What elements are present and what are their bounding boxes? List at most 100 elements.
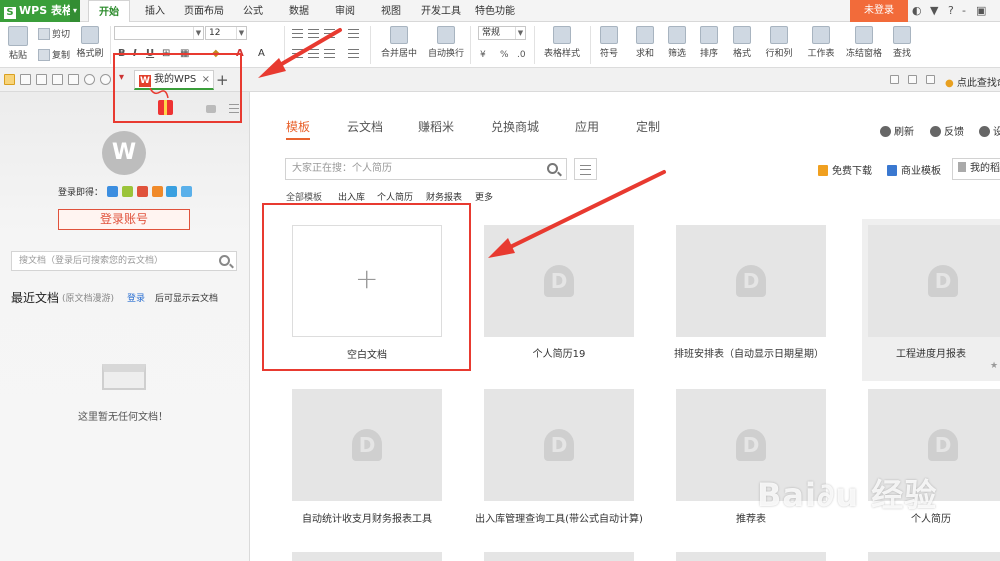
currency-icon[interactable]: ¥ <box>480 50 486 60</box>
open-folder-icon[interactable] <box>4 74 15 85</box>
my-rice-button[interactable]: 我的稻米 <box>952 158 1000 180</box>
window-mode-icon[interactable] <box>926 75 935 84</box>
list-view-button[interactable] <box>574 158 597 180</box>
tab-cloud-docs[interactable]: 云文档 <box>347 118 383 135</box>
orange-app-icon[interactable] <box>151 186 163 197</box>
template-card-thumb[interactable]: D <box>484 389 634 501</box>
weibo-icon[interactable] <box>136 186 148 197</box>
tab-home[interactable]: 开始 <box>88 0 130 23</box>
format-painter-button[interactable]: 格式刷 <box>76 26 104 59</box>
paste-button[interactable]: 粘贴 <box>6 26 30 61</box>
recent-login-link[interactable]: 登录 <box>127 291 145 304</box>
preview-icon[interactable] <box>68 74 79 85</box>
wrap-text-button[interactable]: 自动换行 <box>426 26 466 59</box>
merge-center-button[interactable]: 合并居中 <box>376 26 422 59</box>
category-all[interactable]: 全部模板 <box>286 190 322 203</box>
template-card-thumb[interactable]: D <box>868 225 1000 337</box>
template-search-input[interactable]: 大家正在搜：个人简历 <box>285 158 567 180</box>
help-icon[interactable]: ? <box>948 4 954 17</box>
export-icon[interactable] <box>36 74 47 85</box>
freeze-panes-button[interactable]: 冻结窗格 <box>844 26 884 59</box>
table-style-button[interactable]: 表格样式 <box>540 26 584 59</box>
star-icon[interactable]: ★ <box>990 361 998 371</box>
save-icon[interactable] <box>20 74 31 85</box>
theme-icon[interactable] <box>890 75 899 84</box>
doc-search-input[interactable]: 搜文档（登录后可搜索您的云文档） <box>11 251 237 271</box>
sort-button[interactable]: 排序 <box>696 26 722 59</box>
search-icon[interactable] <box>219 255 230 266</box>
template-card-thumb[interactable]: D <box>484 225 634 337</box>
tab-page-layout[interactable]: 页面布局 <box>180 0 228 22</box>
app-menu-caret-icon[interactable]: ▾ <box>70 0 80 22</box>
tab-exchange-mall[interactable]: 兑换商城 <box>491 118 539 135</box>
symbol-button[interactable]: 符号 <box>596 26 622 59</box>
category-finance[interactable]: 财务报表 <box>426 190 462 203</box>
free-download-link[interactable]: 免费下载 <box>818 162 872 177</box>
restore-icon[interactable]: ▣ <box>976 4 986 17</box>
skin-switch-icon[interactable] <box>908 75 917 84</box>
tab-view[interactable]: 视图 <box>374 0 408 22</box>
sum-button[interactable]: 求和 <box>632 26 658 59</box>
qq-icon[interactable] <box>166 186 178 197</box>
category-more[interactable]: 更多 <box>475 190 493 203</box>
login-button[interactable]: 未登录 <box>850 0 908 22</box>
tab-review[interactable]: 审阅 <box>328 0 362 22</box>
category-inventory[interactable]: 出入库 <box>338 190 365 203</box>
align-middle-icon[interactable] <box>308 29 319 38</box>
tab-features[interactable]: 特色功能 <box>472 0 518 22</box>
card-title[interactable]: 个人简历19 <box>464 345 654 360</box>
font-size-select[interactable]: 12 ▼ <box>205 26 247 40</box>
card-title[interactable]: 工程进度月报表 <box>862 345 1000 360</box>
font-name-select[interactable]: ▼ <box>114 26 204 40</box>
tab-developer[interactable]: 开发工具 <box>418 0 464 22</box>
decimal-icon[interactable]: .0 <box>517 50 526 60</box>
template-card-thumb[interactable]: D <box>292 389 442 501</box>
avatar[interactable]: W <box>102 131 146 175</box>
undo-icon[interactable] <box>84 74 95 85</box>
rows-cols-button[interactable]: 行和列 <box>762 26 796 59</box>
cloud-icon[interactable] <box>181 186 193 197</box>
template-card-thumb[interactable] <box>484 552 634 561</box>
refresh-button[interactable]: 刷新 <box>880 123 914 138</box>
clear-format-icon[interactable]: A <box>258 48 265 59</box>
shirt-icon[interactable]: ▼ <box>930 4 938 17</box>
category-resume[interactable]: 个人简历 <box>377 190 413 203</box>
template-card-thumb[interactable]: D <box>676 225 826 337</box>
login-account-button[interactable]: 登录账号 <box>58 209 190 230</box>
tab-formula[interactable]: 公式 <box>236 0 270 22</box>
green-app-icon[interactable] <box>121 186 133 197</box>
format-button[interactable]: 格式 <box>728 26 756 59</box>
template-card-thumb[interactable] <box>868 552 1000 561</box>
indent-icon[interactable] <box>348 29 359 38</box>
tab-insert[interactable]: 插入 <box>138 0 172 22</box>
align-left-icon[interactable] <box>292 49 303 58</box>
align-top-icon[interactable] <box>292 29 303 38</box>
distribute-icon[interactable] <box>348 49 359 58</box>
settings-button[interactable]: 设置 <box>979 123 1000 138</box>
tab-data[interactable]: 数据 <box>282 0 316 22</box>
google-icon[interactable] <box>106 186 118 197</box>
number-format-select[interactable]: 常规 ▼ <box>478 26 526 40</box>
search-icon[interactable] <box>547 163 558 174</box>
percent-button[interactable]: % <box>500 50 509 60</box>
skin-icon[interactable]: ◐ <box>912 4 922 17</box>
cut-button[interactable]: 剪切 <box>38 27 70 40</box>
find-button[interactable]: 查找 <box>888 26 916 59</box>
align-bottom-icon[interactable] <box>324 29 335 38</box>
tab-templates[interactable]: 模板 <box>286 118 311 140</box>
redo-icon[interactable] <box>100 74 111 85</box>
card-title[interactable]: 自动统计收支月财务报表工具 <box>272 510 462 525</box>
card-title[interactable]: 出入库管理查询工具(带公式自动计算) <box>474 510 644 525</box>
copy-button[interactable]: 复制 <box>38 48 70 61</box>
filter-button[interactable]: 筛选 <box>664 26 690 59</box>
align-right-icon[interactable] <box>324 49 335 58</box>
business-template-link[interactable]: 商业模板 <box>887 162 941 177</box>
app-menu-button[interactable]: S WPS 表格 ▾ <box>0 0 80 22</box>
feedback-button[interactable]: 反馈 <box>930 123 964 138</box>
tab-customize[interactable]: 定制 <box>636 118 660 135</box>
worksheet-button[interactable]: 工作表 <box>804 26 838 59</box>
card-title[interactable]: 排班安排表（自动显示日期星期） <box>664 345 834 360</box>
template-card-thumb[interactable] <box>292 552 442 561</box>
minimize-icon[interactable]: - <box>962 4 966 17</box>
align-center-icon[interactable] <box>308 49 319 58</box>
